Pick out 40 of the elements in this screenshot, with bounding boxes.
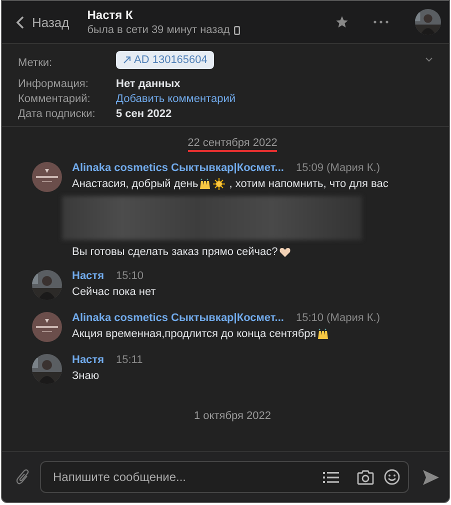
field-label: Информация:	[18, 78, 90, 90]
heart-hands-icon	[278, 246, 291, 258]
message-time: 15:10 (Мария К.)	[296, 312, 380, 324]
message-time: 15:11	[116, 354, 143, 366]
message-text: Знаю	[72, 370, 100, 382]
tag-chip[interactable]: AD 130165604	[116, 51, 214, 69]
online-status: была в сети 39 минут назад	[87, 24, 230, 36]
back-button[interactable]: Назад	[16, 14, 70, 30]
author-link[interactable]: Настя	[72, 270, 104, 282]
message-text: , хотим напомнить, что для вас	[228, 178, 388, 190]
date-divider: 1 октября 2022	[194, 410, 271, 424]
field-label: Дата подписки:	[18, 108, 96, 120]
message-input[interactable]: Напишите сообщение...	[51, 469, 313, 485]
arrow-icon	[123, 56, 131, 64]
field-value: Нет данных	[116, 78, 182, 90]
message-text: Анастасия, добрый день	[72, 178, 198, 190]
message-time: 15:09 (Мария К.)	[296, 162, 380, 174]
author-link[interactable]: Настя	[72, 354, 104, 366]
message-time: 15:10	[116, 270, 144, 282]
author-link[interactable]: Alinaka cosmetics Сыктывкар|Космет...	[72, 162, 284, 174]
message-field[interactable]: Напишите сообщение...	[40, 461, 409, 493]
message-text: Акция временная,продлится до конца сентября	[72, 328, 316, 340]
date-divider: 22 сентября 2022	[188, 137, 278, 152]
more-button[interactable]	[373, 20, 389, 24]
contact-name: Настя К	[87, 8, 134, 22]
emoji-icon[interactable]	[384, 469, 400, 485]
field-label: Комментарий:	[18, 93, 92, 105]
list-icon[interactable]	[323, 470, 339, 484]
field-label: Метки:	[18, 57, 54, 69]
star-button[interactable]	[335, 15, 349, 29]
camera-icon[interactable]	[357, 470, 374, 484]
add-comment-link[interactable]: Добавить комментарий	[116, 93, 425, 105]
chevron-down-icon[interactable]	[425, 56, 433, 62]
message-text: Сейчас пока нет	[72, 286, 156, 298]
message-text: Вы готовы сделать заказ прямо сейчас?	[72, 246, 278, 258]
author-link[interactable]: Alinaka cosmetics Сыктывкар|Космет...	[72, 312, 284, 324]
send-icon[interactable]	[423, 470, 439, 484]
attach-icon[interactable]	[16, 468, 30, 486]
field-value: 5 сен 2022	[116, 108, 173, 120]
sun-icon	[213, 178, 226, 190]
